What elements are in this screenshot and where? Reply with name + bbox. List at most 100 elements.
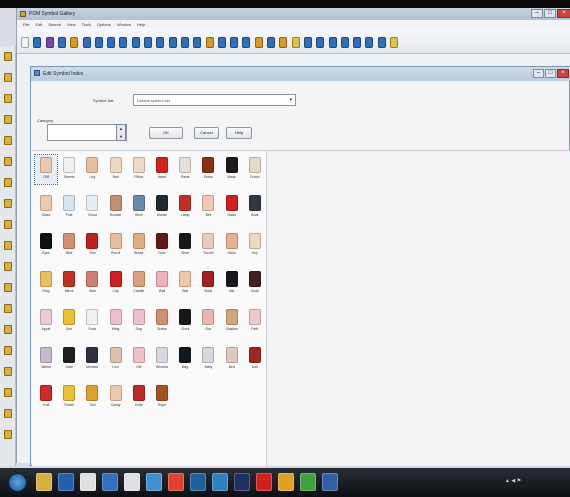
app-task[interactable] [80,473,96,491]
symbol-item[interactable]: Pillow [128,155,150,184]
menu-options[interactable]: Options [94,20,114,29]
figure-icon[interactable] [340,37,349,48]
symbol-item[interactable]: Key [244,231,266,260]
symbol-item[interactable]: Heart [151,155,173,184]
folder-icon[interactable] [4,367,12,376]
folder-icon[interactable] [4,199,12,208]
figure-icon[interactable] [353,37,362,48]
symbol-item[interactable]: Ring [35,269,57,298]
symbol-item[interactable]: Tool [81,383,103,412]
folder-icon[interactable] [4,325,12,334]
symbol-item[interactable]: Tree [81,231,103,260]
figure-icon[interactable] [377,37,386,48]
category-spinner[interactable]: ▲ ▼ [116,124,126,141]
folder-icon[interactable] [4,388,12,397]
symbol-item[interactable]: Boat [244,193,266,222]
app-task[interactable] [234,473,250,491]
app-task[interactable] [146,473,162,491]
symbol-item[interactable]: Mask [221,155,243,184]
grid-icon[interactable] [119,37,128,48]
question-icon[interactable] [82,37,91,48]
app-titlebar[interactable]: PDM Symbol Gallery – □ × [17,8,570,20]
symbol-item[interactable]: Bed [105,155,127,184]
symbol-item[interactable]: Stair [81,269,103,298]
help-button[interactable]: Help [226,127,252,139]
folder-icon[interactable] [4,115,12,124]
symbol-item[interactable]: Bag [174,345,196,374]
grid-icon[interactable] [107,37,116,48]
symbol-item[interactable]: Bell [197,193,219,222]
folder-icon[interactable] [4,73,12,82]
search-icon[interactable] [57,37,66,48]
grid-icon[interactable] [168,37,177,48]
symbol-item[interactable]: Bird [58,231,80,260]
media-task[interactable] [58,473,74,491]
menu-view[interactable]: View [64,20,79,29]
symbol-item[interactable]: Lion [105,345,127,374]
symbol-item[interactable]: Sun [58,307,80,336]
symbol-item[interactable]: Eyes [35,231,57,260]
save-icon[interactable] [45,37,54,48]
spin-down-icon[interactable]: ▼ [117,133,125,141]
pencil-icon[interactable] [70,37,79,48]
symbol-item[interactable]: Sheets [58,155,80,184]
symbol-item[interactable]: Swan [221,193,243,222]
grid-icon[interactable] [131,37,140,48]
symbol-item[interactable]: Shoe [174,231,196,260]
folder-icon[interactable] [4,52,12,61]
tool-task[interactable] [124,473,140,491]
start-button[interactable] [8,473,27,492]
symbol-item[interactable]: Hat [221,269,243,298]
symbol-item[interactable]: Gift [128,345,150,374]
category-input[interactable] [47,124,127,141]
minimize-button[interactable]: – [531,9,543,18]
grid-icon[interactable] [156,37,165,48]
folder-icon[interactable] [4,346,12,355]
grid-icon[interactable] [193,37,202,48]
symbol-item[interactable]: Dress [197,155,219,184]
symbol-item[interactable]: Shell [128,193,150,222]
dialog-maximize-button[interactable]: □ [545,69,556,78]
symbol-item[interactable]: Snake [151,307,173,336]
symbol-item[interactable]: Wing [105,307,127,336]
figure-icon[interactable] [217,37,226,48]
folder-icon[interactable] [4,178,12,187]
symbol-item[interactable]: Dog [128,307,150,336]
open-icon[interactable] [33,37,42,48]
spin-up-icon[interactable]: ▲ [117,125,125,133]
symbol-item[interactable]: Monster [81,345,103,374]
app-task[interactable] [300,473,316,491]
mail-task[interactable] [102,473,118,491]
folder-icon[interactable] [4,283,12,292]
symbol-item[interactable]: Clock [174,307,196,336]
menu-search[interactable]: Search [45,20,64,29]
grid-icon[interactable] [144,37,152,48]
chrome-task[interactable] [168,473,184,491]
symbol-item[interactable]: Rock [81,307,103,336]
figure-icon[interactable] [254,37,263,48]
ok-button[interactable]: OK [149,127,183,139]
symbol-item[interactable]: Crown [244,155,266,184]
symbol-item[interactable]: Cliff [34,154,58,185]
symbol-item[interactable]: Rooster [105,193,127,222]
app-task[interactable] [256,473,272,491]
symbol-item[interactable]: Window [151,345,173,374]
new-icon[interactable] [21,37,29,48]
shape-icon[interactable] [94,37,103,48]
symbol-item[interactable]: Knife [128,383,150,412]
symbol-item[interactable]: Mouse [151,193,173,222]
menu-file[interactable]: File [20,20,32,29]
symbol-item[interactable]: Book [197,269,219,298]
menu-tools[interactable]: Tools [79,20,94,29]
symbol-item[interactable]: Door [151,231,173,260]
symbol-item[interactable]: Cup [105,269,127,298]
folder-icon[interactable] [4,304,12,313]
symbol-item[interactable]: Apple [35,307,57,336]
dialog-minimize-button[interactable]: – [533,69,544,78]
grid-icon[interactable] [180,37,189,48]
symbol-item[interactable]: Bird [221,345,243,374]
folder-icon[interactable] [4,430,12,439]
folder-icon[interactable] [4,241,12,250]
figure-icon[interactable] [316,37,325,48]
cancel-button[interactable]: Cancel [194,127,219,139]
